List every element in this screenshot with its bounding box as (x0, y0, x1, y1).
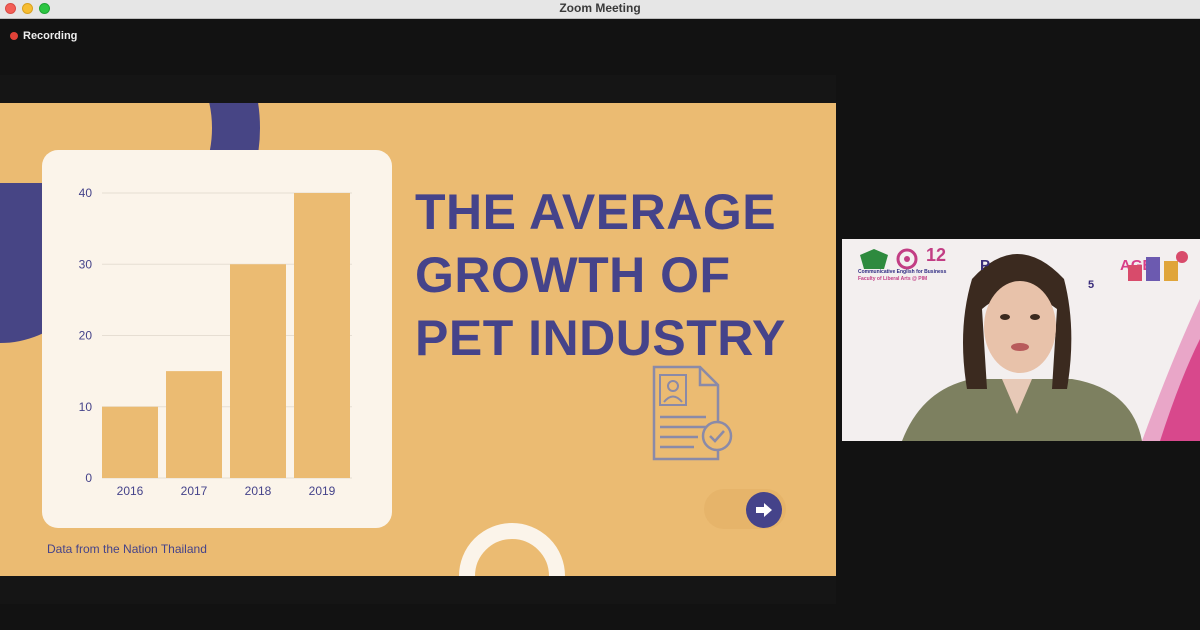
pim-logo-icon (860, 249, 888, 269)
flower-logo-icon (896, 248, 918, 270)
recording-indicator[interactable]: Recording (10, 30, 77, 42)
document-check-icon (652, 365, 733, 461)
arrow-right-icon (756, 503, 772, 517)
y-tick-label: 20 (79, 329, 93, 343)
chart-card: 0 10 20 30 40 2016 2017 2018 2019 (42, 150, 392, 528)
y-tick-label: 0 (85, 471, 92, 485)
presentation-slide: 0 10 20 30 40 2016 2017 2018 2019 THE AVERAGE GR… (0, 103, 836, 576)
title-line-2: GROWTH OF (415, 247, 731, 303)
title-line-3: PET INDUSTRY (415, 310, 786, 366)
participant-video[interactable]: 12 P AGE 5 Communicative English for Bus… (842, 239, 1200, 441)
y-tick-label: 30 (79, 257, 93, 271)
window-titlebar: Zoom Meeting (0, 0, 1200, 19)
x-tick-label: 2019 (309, 484, 336, 498)
y-tick-label: 40 (79, 186, 93, 200)
window-title: Zoom Meeting (559, 1, 641, 15)
bar-2019 (294, 193, 350, 478)
banner-partial-number: 5 (1088, 279, 1095, 291)
bar-chart: 0 10 20 30 40 2016 2017 2018 2019 (79, 186, 352, 498)
festival-illustration-icon (1128, 251, 1188, 281)
banner-faculty-text: Faculty of Liberal Arts @ PIM (858, 276, 928, 282)
record-dot-icon (10, 32, 18, 40)
y-tick-label: 10 (79, 400, 93, 414)
bar-2016 (102, 406, 158, 478)
anniversary-number: 12 (926, 245, 947, 265)
banner-course-text: Communicative English for Business (858, 269, 947, 275)
recording-label: Recording (23, 30, 78, 42)
bar-2018 (230, 264, 286, 478)
data-source-note: Data from the Nation Thailand (47, 542, 207, 556)
banner-partial-left: P (980, 257, 991, 274)
title-line-1: THE AVERAGE (415, 184, 777, 240)
x-tick-label: 2018 (245, 484, 272, 498)
decorative-ring-bottom (459, 523, 565, 576)
slide-title: THE AVERAGE GROWTH OF PET INDUSTRY (415, 181, 815, 370)
x-tick-label: 2017 (181, 484, 208, 498)
x-tick-label: 2016 (117, 484, 144, 498)
bar-2017 (166, 371, 222, 478)
next-arrow-button[interactable] (746, 492, 782, 528)
